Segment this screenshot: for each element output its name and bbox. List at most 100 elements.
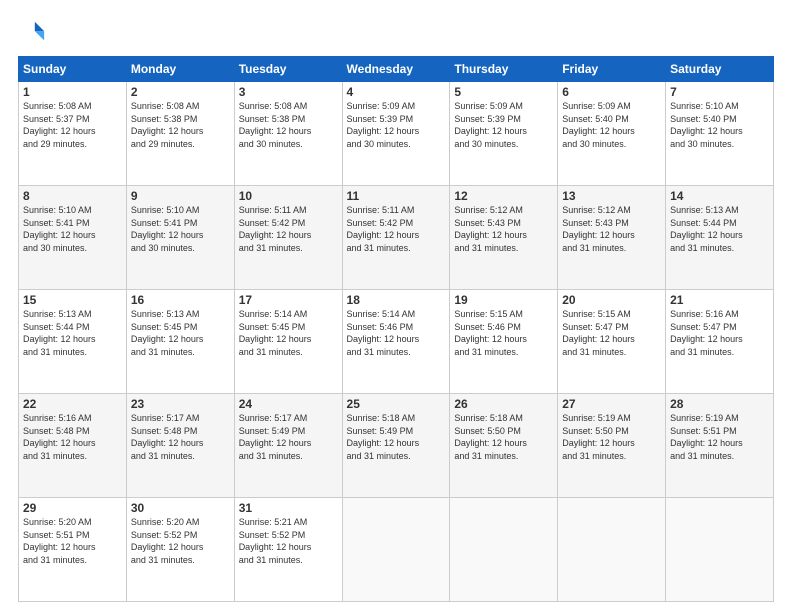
calendar-cell: 8Sunrise: 5:10 AMSunset: 5:41 PMDaylight… xyxy=(19,186,127,290)
calendar-cell: 5Sunrise: 5:09 AMSunset: 5:39 PMDaylight… xyxy=(450,82,558,186)
day-info: Sunrise: 5:12 AMSunset: 5:43 PMDaylight:… xyxy=(562,204,661,254)
day-number: 9 xyxy=(131,189,230,203)
day-info: Sunrise: 5:12 AMSunset: 5:43 PMDaylight:… xyxy=(454,204,553,254)
logo xyxy=(18,18,50,46)
day-number: 25 xyxy=(347,397,446,411)
calendar-cell: 31Sunrise: 5:21 AMSunset: 5:52 PMDayligh… xyxy=(234,498,342,602)
calendar-cell: 13Sunrise: 5:12 AMSunset: 5:43 PMDayligh… xyxy=(558,186,666,290)
day-info: Sunrise: 5:11 AMSunset: 5:42 PMDaylight:… xyxy=(347,204,446,254)
day-info: Sunrise: 5:09 AMSunset: 5:40 PMDaylight:… xyxy=(562,100,661,150)
calendar-cell: 23Sunrise: 5:17 AMSunset: 5:48 PMDayligh… xyxy=(126,394,234,498)
day-number: 11 xyxy=(347,189,446,203)
day-info: Sunrise: 5:21 AMSunset: 5:52 PMDaylight:… xyxy=(239,516,338,566)
col-header-thursday: Thursday xyxy=(450,57,558,82)
calendar-cell: 9Sunrise: 5:10 AMSunset: 5:41 PMDaylight… xyxy=(126,186,234,290)
calendar-cell: 29Sunrise: 5:20 AMSunset: 5:51 PMDayligh… xyxy=(19,498,127,602)
day-number: 24 xyxy=(239,397,338,411)
calendar-cell: 30Sunrise: 5:20 AMSunset: 5:52 PMDayligh… xyxy=(126,498,234,602)
calendar-cell: 16Sunrise: 5:13 AMSunset: 5:45 PMDayligh… xyxy=(126,290,234,394)
day-info: Sunrise: 5:08 AMSunset: 5:38 PMDaylight:… xyxy=(239,100,338,150)
day-number: 28 xyxy=(670,397,769,411)
page: SundayMondayTuesdayWednesdayThursdayFrid… xyxy=(0,0,792,612)
day-info: Sunrise: 5:20 AMSunset: 5:52 PMDaylight:… xyxy=(131,516,230,566)
calendar-week-row: 1Sunrise: 5:08 AMSunset: 5:37 PMDaylight… xyxy=(19,82,774,186)
day-info: Sunrise: 5:15 AMSunset: 5:47 PMDaylight:… xyxy=(562,308,661,358)
day-info: Sunrise: 5:09 AMSunset: 5:39 PMDaylight:… xyxy=(347,100,446,150)
day-number: 1 xyxy=(23,85,122,99)
calendar-cell: 15Sunrise: 5:13 AMSunset: 5:44 PMDayligh… xyxy=(19,290,127,394)
col-header-sunday: Sunday xyxy=(19,57,127,82)
calendar-cell: 2Sunrise: 5:08 AMSunset: 5:38 PMDaylight… xyxy=(126,82,234,186)
calendar-cell: 21Sunrise: 5:16 AMSunset: 5:47 PMDayligh… xyxy=(666,290,774,394)
day-number: 8 xyxy=(23,189,122,203)
day-number: 21 xyxy=(670,293,769,307)
calendar-cell: 17Sunrise: 5:14 AMSunset: 5:45 PMDayligh… xyxy=(234,290,342,394)
col-header-saturday: Saturday xyxy=(666,57,774,82)
calendar-cell xyxy=(342,498,450,602)
calendar-cell: 27Sunrise: 5:19 AMSunset: 5:50 PMDayligh… xyxy=(558,394,666,498)
day-number: 31 xyxy=(239,501,338,515)
header xyxy=(18,18,774,46)
day-info: Sunrise: 5:15 AMSunset: 5:46 PMDaylight:… xyxy=(454,308,553,358)
day-number: 20 xyxy=(562,293,661,307)
day-info: Sunrise: 5:13 AMSunset: 5:44 PMDaylight:… xyxy=(23,308,122,358)
day-number: 22 xyxy=(23,397,122,411)
col-header-friday: Friday xyxy=(558,57,666,82)
day-info: Sunrise: 5:16 AMSunset: 5:48 PMDaylight:… xyxy=(23,412,122,462)
calendar-cell: 25Sunrise: 5:18 AMSunset: 5:49 PMDayligh… xyxy=(342,394,450,498)
day-info: Sunrise: 5:10 AMSunset: 5:41 PMDaylight:… xyxy=(131,204,230,254)
day-info: Sunrise: 5:19 AMSunset: 5:51 PMDaylight:… xyxy=(670,412,769,462)
day-info: Sunrise: 5:17 AMSunset: 5:49 PMDaylight:… xyxy=(239,412,338,462)
day-info: Sunrise: 5:08 AMSunset: 5:38 PMDaylight:… xyxy=(131,100,230,150)
calendar-cell: 19Sunrise: 5:15 AMSunset: 5:46 PMDayligh… xyxy=(450,290,558,394)
calendar-cell: 6Sunrise: 5:09 AMSunset: 5:40 PMDaylight… xyxy=(558,82,666,186)
day-number: 13 xyxy=(562,189,661,203)
day-number: 17 xyxy=(239,293,338,307)
day-number: 4 xyxy=(347,85,446,99)
col-header-wednesday: Wednesday xyxy=(342,57,450,82)
day-info: Sunrise: 5:19 AMSunset: 5:50 PMDaylight:… xyxy=(562,412,661,462)
day-number: 23 xyxy=(131,397,230,411)
day-info: Sunrise: 5:13 AMSunset: 5:45 PMDaylight:… xyxy=(131,308,230,358)
logo-icon xyxy=(18,18,46,46)
day-number: 3 xyxy=(239,85,338,99)
calendar-cell: 22Sunrise: 5:16 AMSunset: 5:48 PMDayligh… xyxy=(19,394,127,498)
col-header-tuesday: Tuesday xyxy=(234,57,342,82)
day-number: 2 xyxy=(131,85,230,99)
calendar-cell: 18Sunrise: 5:14 AMSunset: 5:46 PMDayligh… xyxy=(342,290,450,394)
day-number: 16 xyxy=(131,293,230,307)
day-info: Sunrise: 5:08 AMSunset: 5:37 PMDaylight:… xyxy=(23,100,122,150)
day-number: 12 xyxy=(454,189,553,203)
day-info: Sunrise: 5:18 AMSunset: 5:49 PMDaylight:… xyxy=(347,412,446,462)
day-info: Sunrise: 5:17 AMSunset: 5:48 PMDaylight:… xyxy=(131,412,230,462)
day-info: Sunrise: 5:09 AMSunset: 5:39 PMDaylight:… xyxy=(454,100,553,150)
calendar-week-row: 29Sunrise: 5:20 AMSunset: 5:51 PMDayligh… xyxy=(19,498,774,602)
calendar-cell: 3Sunrise: 5:08 AMSunset: 5:38 PMDaylight… xyxy=(234,82,342,186)
calendar-week-row: 8Sunrise: 5:10 AMSunset: 5:41 PMDaylight… xyxy=(19,186,774,290)
day-number: 10 xyxy=(239,189,338,203)
day-number: 6 xyxy=(562,85,661,99)
day-info: Sunrise: 5:11 AMSunset: 5:42 PMDaylight:… xyxy=(239,204,338,254)
day-info: Sunrise: 5:16 AMSunset: 5:47 PMDaylight:… xyxy=(670,308,769,358)
calendar-cell xyxy=(450,498,558,602)
day-info: Sunrise: 5:14 AMSunset: 5:45 PMDaylight:… xyxy=(239,308,338,358)
day-info: Sunrise: 5:20 AMSunset: 5:51 PMDaylight:… xyxy=(23,516,122,566)
day-number: 19 xyxy=(454,293,553,307)
calendar-cell xyxy=(666,498,774,602)
calendar-cell xyxy=(558,498,666,602)
day-number: 29 xyxy=(23,501,122,515)
day-number: 5 xyxy=(454,85,553,99)
day-number: 7 xyxy=(670,85,769,99)
calendar-table: SundayMondayTuesdayWednesdayThursdayFrid… xyxy=(18,56,774,602)
calendar-week-row: 22Sunrise: 5:16 AMSunset: 5:48 PMDayligh… xyxy=(19,394,774,498)
calendar-cell: 11Sunrise: 5:11 AMSunset: 5:42 PMDayligh… xyxy=(342,186,450,290)
day-number: 15 xyxy=(23,293,122,307)
day-number: 26 xyxy=(454,397,553,411)
calendar-header-row: SundayMondayTuesdayWednesdayThursdayFrid… xyxy=(19,57,774,82)
day-number: 18 xyxy=(347,293,446,307)
col-header-monday: Monday xyxy=(126,57,234,82)
day-info: Sunrise: 5:10 AMSunset: 5:41 PMDaylight:… xyxy=(23,204,122,254)
calendar-cell: 10Sunrise: 5:11 AMSunset: 5:42 PMDayligh… xyxy=(234,186,342,290)
day-info: Sunrise: 5:14 AMSunset: 5:46 PMDaylight:… xyxy=(347,308,446,358)
calendar-week-row: 15Sunrise: 5:13 AMSunset: 5:44 PMDayligh… xyxy=(19,290,774,394)
